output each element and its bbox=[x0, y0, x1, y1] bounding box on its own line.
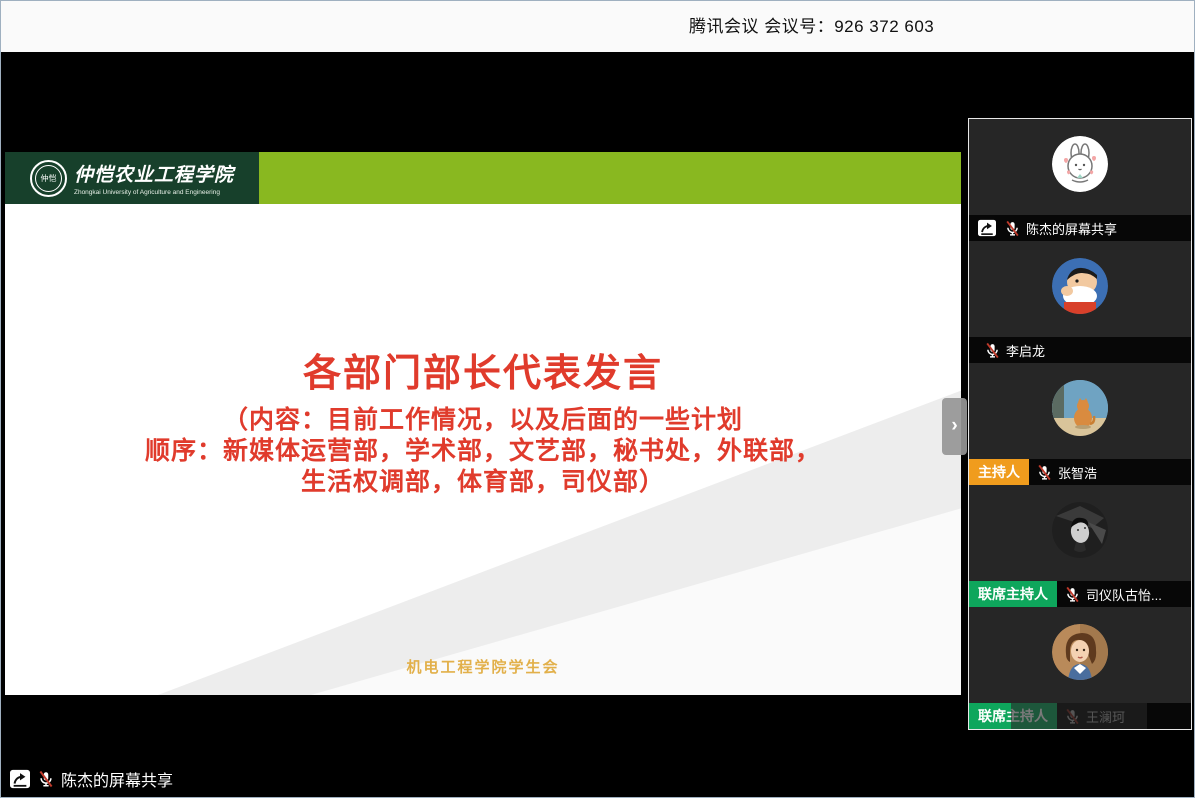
title-bar[interactable]: 腾讯会议 会议号：926 372 603 bbox=[1, 1, 1194, 52]
university-name-cn: 仲恺农业工程学院 bbox=[74, 160, 234, 187]
slide-title: 各部门部长代表发言 bbox=[5, 342, 961, 397]
tencent-meeting-window: 腾讯会议 会议号：926 372 603 仲恺 仲恺农业工程学院 Zhongka… bbox=[0, 0, 1195, 798]
collapse-sidebar-button[interactable]: › bbox=[942, 398, 967, 455]
participant-name: 司仪队古怡... bbox=[1086, 585, 1162, 604]
participant-namebar: 陈杰的屏幕共享 bbox=[969, 215, 1191, 241]
slide-subtitle-line: （内容：目前工作情况，以及后面的一些计划 bbox=[5, 405, 961, 436]
university-logo-monogram: 仲恺 bbox=[35, 165, 62, 192]
avatar-shinchan bbox=[1052, 258, 1108, 314]
slide-subtitle-line: 顺序：新媒体运营部，学术部，文艺部，秘书处，外联部， bbox=[5, 436, 961, 467]
participant-tile[interactable]: 主持人 张智浩 bbox=[969, 363, 1191, 485]
avatar-heart-bunny bbox=[1052, 136, 1108, 192]
participant-tile[interactable]: 李启龙 bbox=[969, 241, 1191, 363]
participant-name: 张智浩 bbox=[1058, 463, 1097, 482]
sharer-label: 陈杰的屏幕共享 bbox=[9, 765, 173, 793]
muted-mic-icon bbox=[37, 770, 55, 788]
host-badge: 主持人 bbox=[969, 459, 1029, 485]
participants-panel: 陈杰的屏幕共享 bbox=[968, 118, 1192, 730]
cohost-badge: 联席主持人 bbox=[969, 581, 1057, 607]
university-banner: 仲恺 仲恺农业工程学院 Zhongkai University of Agric… bbox=[5, 152, 259, 204]
muted-mic-icon bbox=[1004, 220, 1021, 237]
participant-name: 李启龙 bbox=[1006, 341, 1045, 360]
slide-header: 仲恺 仲恺农业工程学院 Zhongkai University of Agric… bbox=[5, 152, 961, 204]
participant-tile[interactable]: 联席主持人 王澜珂 bbox=[969, 607, 1191, 729]
meeting-title: 腾讯会议 会议号：926 372 603 bbox=[689, 1, 934, 52]
slide-subtitle-line: 生活权调部，体育部，司仪部） bbox=[5, 467, 961, 498]
muted-mic-icon bbox=[1064, 586, 1081, 603]
muted-mic-icon bbox=[976, 342, 1001, 359]
screen-share-icon bbox=[969, 219, 997, 237]
muted-mic-icon bbox=[1036, 464, 1053, 481]
participant-namebar: 李启龙 bbox=[969, 337, 1191, 363]
participant-tile[interactable]: 陈杰的屏幕共享 bbox=[969, 119, 1191, 241]
sharer-label-text: 陈杰的屏幕共享 bbox=[61, 767, 173, 791]
university-name-en: Zhongkai University of Agriculture and E… bbox=[74, 189, 234, 196]
participant-namebar: 主持人 张智浩 bbox=[969, 459, 1191, 485]
avatar-orange-cat bbox=[1052, 380, 1108, 436]
university-name: 仲恺农业工程学院 Zhongkai University of Agricult… bbox=[74, 160, 234, 196]
participant-name: 陈杰的屏幕共享 bbox=[1026, 219, 1117, 238]
avatar-belle bbox=[1052, 624, 1108, 680]
dim-overlay bbox=[1011, 691, 1147, 729]
shared-slide: 仲恺 仲恺农业工程学院 Zhongkai University of Agric… bbox=[5, 152, 961, 695]
chevron-right-icon: › bbox=[951, 415, 957, 437]
screen-share-stage: 仲恺 仲恺农业工程学院 Zhongkai University of Agric… bbox=[1, 52, 1194, 797]
slide-body: 各部门部长代表发言 （内容：目前工作情况，以及后面的一些计划 顺序：新媒体运营部… bbox=[5, 204, 961, 695]
slide-footer: 机电工程学院学生会 bbox=[5, 656, 961, 677]
screen-share-icon bbox=[9, 769, 31, 789]
university-logo-icon: 仲恺 bbox=[30, 160, 67, 197]
participant-namebar: 联席主持人 司仪队古怡... bbox=[969, 581, 1191, 607]
avatar-bw-portrait bbox=[1052, 502, 1108, 558]
header-green-band bbox=[259, 152, 961, 204]
participant-tile[interactable]: 联席主持人 司仪队古怡... bbox=[969, 485, 1191, 607]
